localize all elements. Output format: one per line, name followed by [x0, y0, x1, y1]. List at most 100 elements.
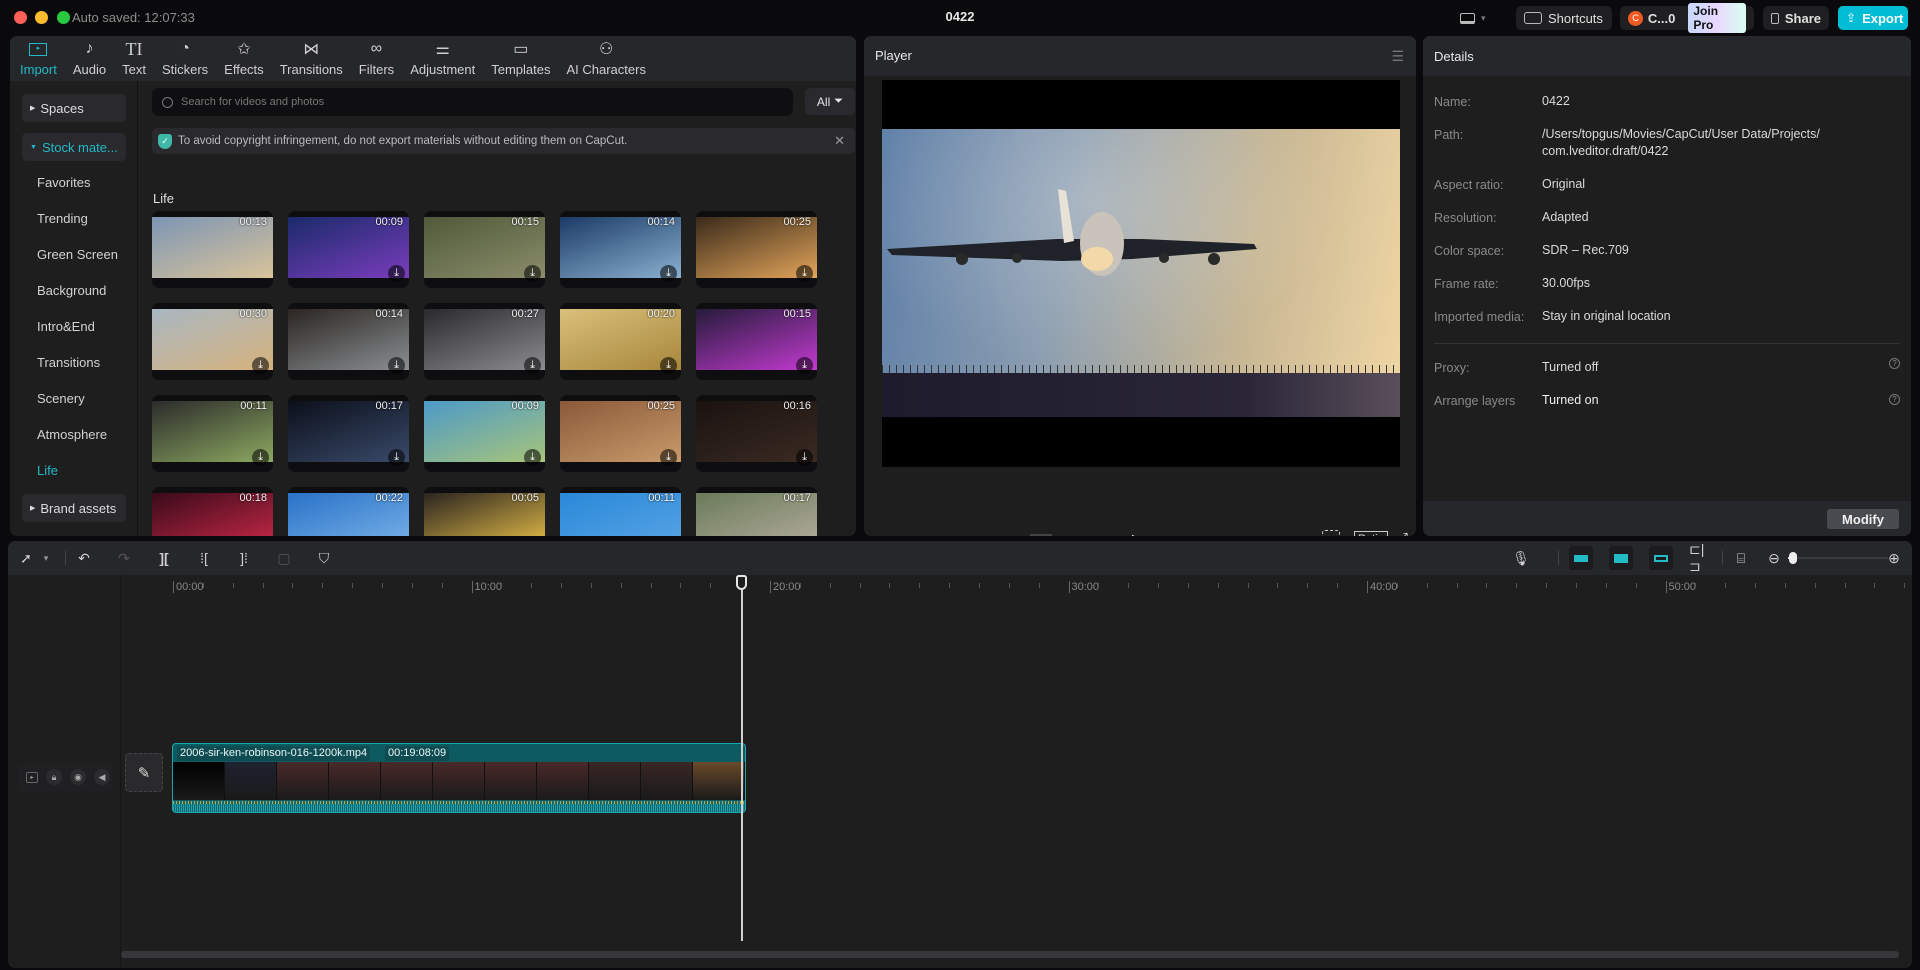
play-button[interactable]: ▶	[1132, 530, 1144, 536]
download-icon[interactable]: ⤓	[524, 449, 541, 466]
audio-mute-icon[interactable]: ◀︎	[94, 769, 110, 785]
tab-transitions[interactable]: ⋈ Transitions	[272, 36, 351, 81]
menu-icon[interactable]: ☰	[1391, 48, 1404, 65]
auto-snapping-toggle[interactable]	[1609, 546, 1633, 570]
video-preview[interactable]	[882, 80, 1400, 467]
zoom-to-fit-icon[interactable]: ⌸	[1731, 549, 1751, 567]
download-icon[interactable]: ⤓	[796, 265, 813, 282]
download-icon[interactable]: ⤓	[660, 357, 677, 374]
media-thumbnail[interactable]: 00:14 ⤓	[288, 303, 409, 380]
timeline-horizontal-scrollbar[interactable]	[121, 951, 1899, 958]
shortcuts-button[interactable]: Shortcuts	[1516, 6, 1612, 30]
tab-import[interactable]: ▸ Import	[10, 36, 65, 81]
ratio-button[interactable]: Ratio	[1354, 531, 1388, 536]
download-icon[interactable]: ⤓	[252, 449, 269, 466]
zoom-preview-icon[interactable]	[1322, 530, 1340, 536]
media-thumbnail[interactable]: 00:13	[152, 211, 273, 288]
preview-axis-icon[interactable]: ⊏|⊐	[1689, 541, 1709, 574]
tab-text[interactable]: TI Text	[114, 36, 154, 81]
category-item-background[interactable]: Background	[37, 283, 106, 298]
waveform-toggle-icon[interactable]	[1030, 532, 1052, 536]
tab-effects[interactable]: ✩ Effects	[216, 36, 272, 81]
category-item-intro-end[interactable]: Intro&End	[37, 319, 95, 334]
zoom-out-icon[interactable]: ⊖	[1764, 549, 1784, 567]
media-thumbnail[interactable]: 00:22⤓	[288, 487, 409, 536]
share-button[interactable]: Share	[1763, 6, 1829, 30]
media-thumbnail[interactable]: 00:30 ⤓	[152, 303, 273, 380]
category-item-atmosphere[interactable]: Atmosphere	[37, 427, 107, 442]
download-icon[interactable]: ⤓	[388, 449, 405, 466]
lock-icon[interactable]: 🔒︎	[46, 769, 62, 785]
category-item-trending[interactable]: Trending	[37, 211, 88, 226]
select-tool-icon[interactable]: ➚	[16, 549, 36, 567]
undo-icon[interactable]: ↶	[74, 549, 94, 567]
redo-icon[interactable]: ↷	[114, 549, 134, 567]
download-icon[interactable]: ⤓	[660, 265, 677, 282]
media-thumbnail[interactable]: 00:25 ⤓	[560, 395, 681, 472]
join-pro-badge[interactable]: Join Pro	[1688, 3, 1746, 33]
download-icon[interactable]: ⤓	[388, 357, 405, 374]
cover-icon[interactable]: ▸	[26, 771, 38, 783]
delete-icon[interactable]: ▢	[274, 549, 294, 567]
media-thumbnail[interactable]: 00:09 ⤓	[424, 395, 545, 472]
trim-left-icon[interactable]: ⁞[	[194, 549, 214, 567]
zoom-slider-handle[interactable]	[1789, 552, 1797, 564]
close-icon[interactable]: ✕	[834, 133, 845, 149]
modify-button[interactable]: Modify	[1827, 509, 1899, 529]
trim-right-icon[interactable]: ]⁞	[234, 549, 254, 567]
time-ruler[interactable]: 00:00 10:00 20:00 30:00 40:00 50:00	[121, 575, 1912, 599]
category-brand-assets[interactable]: ▶ Brand assets	[22, 494, 126, 522]
media-thumbnail[interactable]: 00:18⤓	[152, 487, 273, 536]
media-thumbnail[interactable]: 00:20 ⤓	[560, 303, 681, 380]
download-icon[interactable]: ⤓	[252, 357, 269, 374]
help-icon[interactable]: ?	[1889, 358, 1900, 369]
tab-ai-characters[interactable]: ⚇ AI Characters	[558, 36, 653, 81]
media-thumbnail[interactable]: 00:14 ⤓	[560, 211, 681, 288]
main-track-magnet-toggle[interactable]	[1569, 546, 1593, 570]
media-thumbnail[interactable]: 00:11⤓	[152, 395, 273, 472]
filter-button[interactable]: All ⏷	[805, 88, 855, 115]
download-icon[interactable]: ⤓	[524, 265, 541, 282]
category-stock-material[interactable]: ▼ Stock mate...	[22, 133, 126, 161]
microphone-icon[interactable]: 🎙︎	[1511, 549, 1531, 567]
media-thumbnail[interactable]: 00:15 ⤓	[696, 303, 817, 380]
chevron-down-icon[interactable]: ▾	[36, 549, 56, 567]
media-thumbnail[interactable]: 00:15 ⤓	[424, 211, 545, 288]
media-thumbnail[interactable]: 00:17⤓	[288, 395, 409, 472]
video-clip[interactable]: 2006-sir-ken-robinson-016-1200k.mp4 00:1…	[172, 743, 746, 813]
layout-button[interactable]: ▾	[1452, 6, 1494, 30]
media-thumbnail[interactable]: 00:05⤓	[424, 487, 545, 536]
eye-icon[interactable]: ◉	[70, 769, 86, 785]
media-thumbnail[interactable]: 00:27 ⤓	[424, 303, 545, 380]
download-icon[interactable]: ⤓	[524, 357, 541, 374]
category-item-life[interactable]: Life	[37, 463, 58, 478]
download-icon[interactable]: ⤓	[796, 449, 813, 466]
media-thumbnail[interactable]: 00:17⤓	[696, 487, 817, 536]
category-item-favorites[interactable]: Favorites	[37, 175, 90, 190]
marker-icon[interactable]: ⛉	[314, 549, 334, 567]
download-icon[interactable]: ⤓	[660, 449, 677, 466]
export-button[interactable]: ⇪ Export	[1838, 6, 1908, 30]
zoom-in-icon[interactable]: ⊕	[1884, 549, 1904, 567]
split-icon[interactable]: ][	[154, 549, 174, 567]
media-thumbnail[interactable]: 00:11⤓	[560, 487, 681, 536]
zoom-window-button[interactable]	[57, 11, 70, 24]
zoom-slider-track[interactable]	[1788, 557, 1888, 559]
linkage-toggle[interactable]	[1649, 546, 1673, 570]
close-window-button[interactable]	[14, 11, 27, 24]
playhead[interactable]	[741, 577, 743, 941]
download-icon[interactable]: ⤓	[388, 265, 405, 282]
fullscreen-icon[interactable]: ⤢	[1396, 530, 1408, 536]
tab-adjustment[interactable]: ⚌ Adjustment	[402, 36, 483, 81]
category-item-green-screen[interactable]: Green Screen	[37, 247, 118, 262]
cover-edit-button[interactable]: ✎	[125, 753, 163, 792]
search-input[interactable]: Search for videos and photos	[152, 88, 793, 116]
tab-stickers[interactable]: ◔ Stickers	[154, 36, 216, 81]
minimize-window-button[interactable]	[35, 11, 48, 24]
media-thumbnail[interactable]: 00:09 ⤓	[288, 211, 409, 288]
category-item-transitions[interactable]: Transitions	[37, 355, 100, 370]
playhead-handle[interactable]	[736, 575, 747, 590]
help-icon[interactable]: ?	[1889, 394, 1900, 405]
tab-filters[interactable]: ∞ Filters	[351, 36, 402, 81]
media-thumbnail[interactable]: 00:25 ⤓	[696, 211, 817, 288]
